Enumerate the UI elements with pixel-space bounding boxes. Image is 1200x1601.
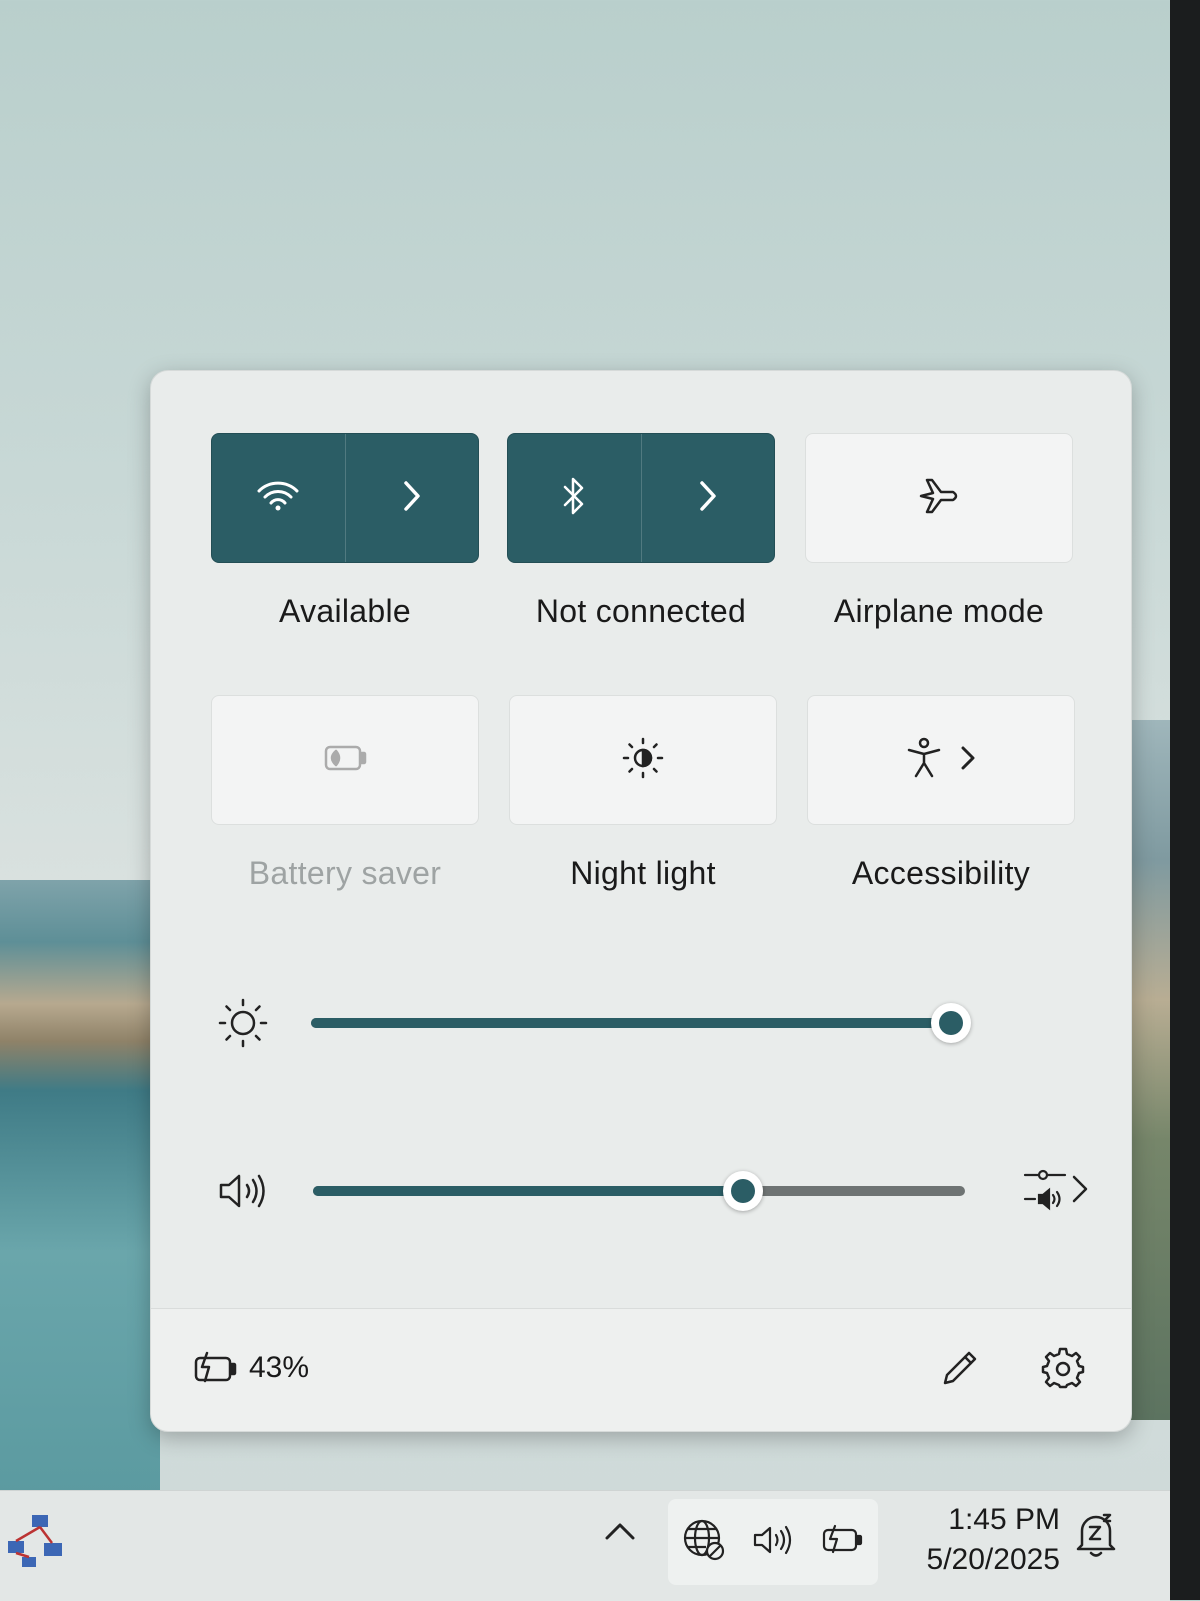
clock-date: 5/20/2025 [926, 1543, 1060, 1576]
chevron-right-icon [698, 480, 718, 517]
speaker-icon[interactable] [213, 1161, 273, 1221]
brightness-slider[interactable] [311, 1018, 951, 1028]
battery-saver-icon [320, 741, 370, 780]
bluetooth-icon [560, 476, 588, 521]
bluetooth-toggle-button[interactable] [508, 434, 641, 562]
screen-bezel [1170, 0, 1200, 1600]
volume-slider-fill [313, 1186, 743, 1196]
volume-row [213, 1161, 1089, 1221]
speaker-icon [752, 1523, 796, 1562]
clock[interactable]: 1:45 PM 5/20/2025 [890, 1491, 1060, 1577]
clock-time: 1:45 PM [948, 1503, 1060, 1536]
bluetooth-toggle[interactable] [507, 433, 775, 563]
brightness-slider-thumb[interactable] [931, 1003, 971, 1043]
battery-icon [821, 1524, 865, 1561]
network-app-icon[interactable] [4, 1513, 68, 1578]
accessibility-icon [906, 737, 942, 784]
audio-output-button[interactable] [1021, 1167, 1089, 1216]
airplane-icon [917, 476, 961, 521]
night-light-tile: Night light [509, 695, 777, 892]
brightness-icon [213, 993, 273, 1053]
wifi-toggle[interactable] [211, 433, 479, 563]
battery-percentage: 43% [249, 1351, 310, 1384]
notifications-icon[interactable] [1074, 1509, 1118, 1564]
pencil-icon [937, 1351, 981, 1395]
brightness-slider-fill [311, 1018, 951, 1028]
chevron-up-icon[interactable] [604, 1521, 636, 1546]
night-light-toggle[interactable] [509, 695, 777, 825]
night-light-icon [621, 736, 665, 785]
quick-settings-panel: Available Not connected Airplane mode Ba… [150, 370, 1132, 1432]
night-light-label: Night light [570, 855, 716, 891]
volume-slider[interactable] [313, 1186, 965, 1196]
wifi-icon [256, 479, 300, 518]
brightness-row [213, 993, 1089, 1053]
audio-mixer-icon [1021, 1167, 1069, 1216]
chevron-right-icon [402, 480, 422, 517]
taskbar: 1:45 PM 5/20/2025 [0, 1490, 1170, 1601]
volume-slider-thumb[interactable] [723, 1171, 763, 1211]
wifi-expand-button[interactable] [344, 434, 479, 562]
wifi-tile: Available [211, 433, 479, 630]
airplane-label: Airplane mode [833, 593, 1045, 629]
wallpaper-left [0, 880, 160, 1500]
accessibility-label: Accessibility [851, 855, 1031, 891]
battery-saver-tile: Battery saver [211, 695, 479, 892]
battery-charging-icon[interactable] [193, 1351, 239, 1390]
chevron-right-icon [1071, 1174, 1089, 1209]
airplane-mode-toggle[interactable] [805, 433, 1073, 563]
accessibility-button[interactable] [807, 695, 1075, 825]
edit-quick-settings-button[interactable] [937, 1347, 981, 1396]
wifi-label: Available [279, 593, 411, 629]
settings-button[interactable] [1041, 1345, 1085, 1394]
chevron-right-icon [960, 745, 976, 776]
quick-settings-footer: 43% [151, 1308, 1131, 1431]
airplane-tile: Airplane mode [805, 433, 1073, 630]
wallpaper-right [1130, 720, 1170, 1420]
bluetooth-tile: Not connected [507, 433, 775, 630]
battery-saver-label: Battery saver [248, 855, 442, 891]
accessibility-tile: Accessibility [807, 695, 1075, 892]
network-icon [681, 1517, 727, 1568]
bluetooth-label: Not connected [535, 593, 747, 629]
bluetooth-expand-button[interactable] [640, 434, 775, 562]
system-tray-group[interactable] [668, 1499, 878, 1585]
wifi-toggle-button[interactable] [212, 434, 345, 562]
gear-icon [1041, 1347, 1085, 1393]
battery-saver-toggle[interactable] [211, 695, 479, 825]
